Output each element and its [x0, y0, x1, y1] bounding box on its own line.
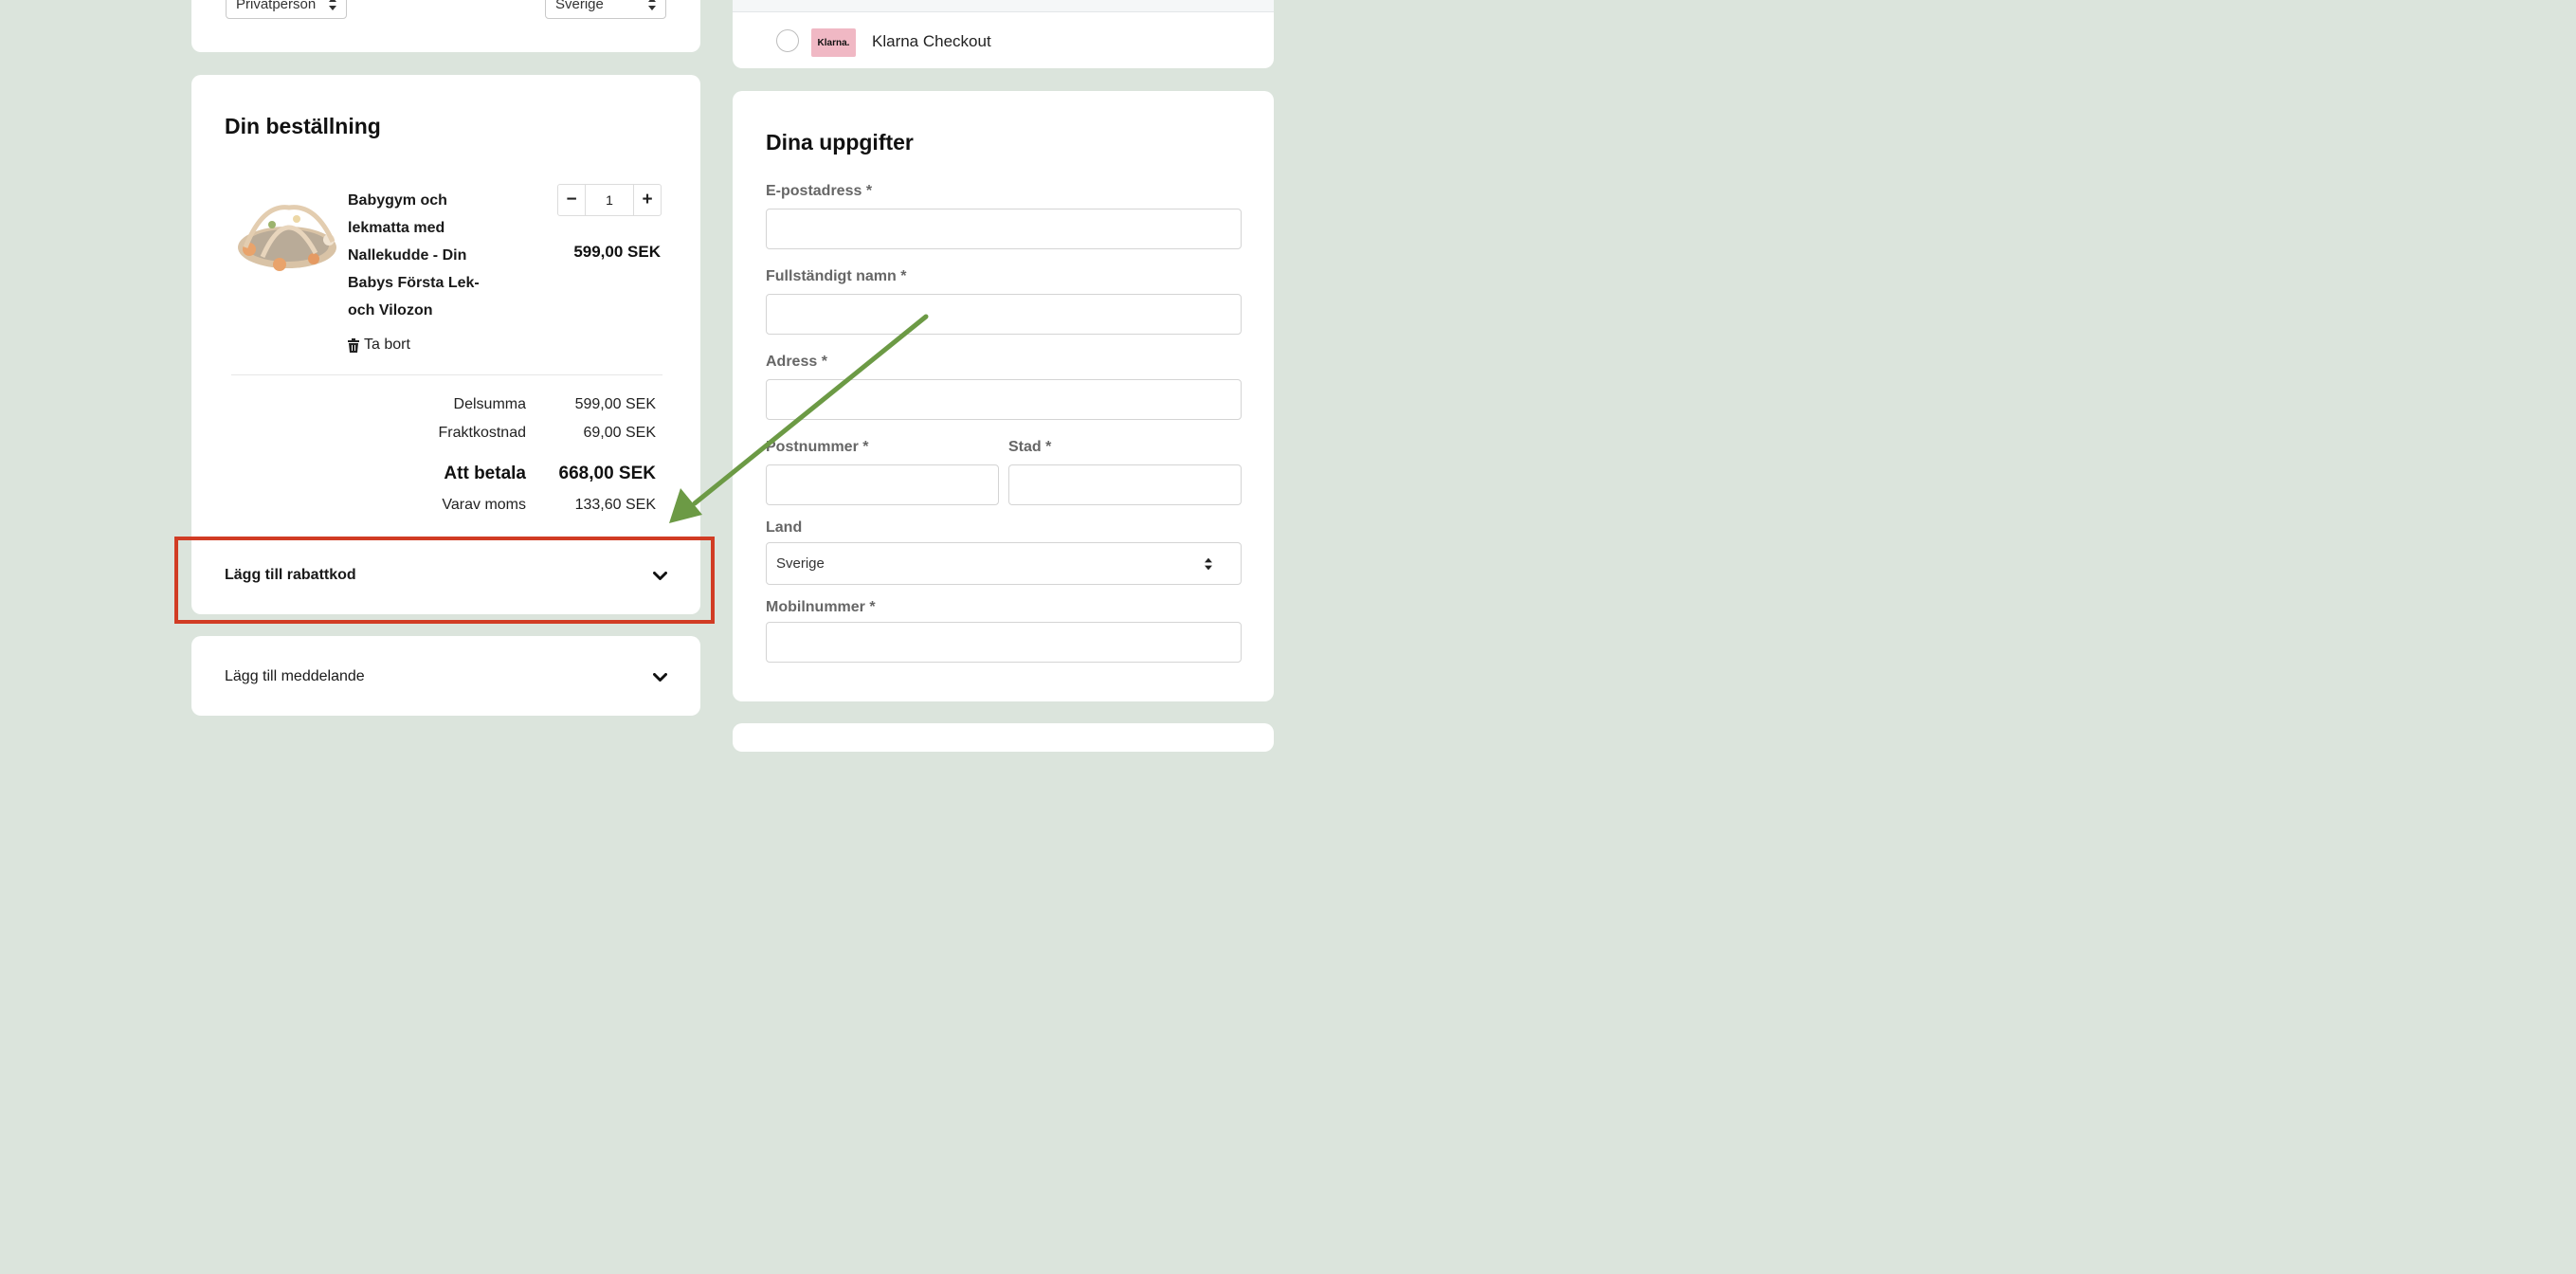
country-top-value: Sverige — [555, 0, 604, 12]
divider — [231, 374, 662, 375]
phone-label: Mobilnummer * — [766, 599, 876, 615]
address-field[interactable] — [766, 379, 1242, 420]
product-name[interactable]: Babygym och lekmatta med Nallekudde - Di… — [348, 187, 537, 324]
total-label: Att betala — [444, 464, 526, 483]
subtotal-value: 599,00 SEK — [574, 396, 656, 412]
details-title: Dina uppgifter — [766, 130, 914, 155]
message-toggle[interactable]: Lägg till meddelande — [225, 668, 667, 689]
name-field[interactable] — [766, 294, 1242, 335]
country-label: Land — [766, 519, 803, 536]
message-card: Lägg till meddelande — [191, 636, 700, 716]
quantity-stepper[interactable]: − 1 + — [557, 184, 662, 216]
message-label: Lägg till meddelande — [225, 668, 365, 684]
klarna-logo: Klarna. — [811, 28, 856, 57]
item-price: 599,00 SEK — [573, 243, 661, 261]
postal-label: Postnummer * — [766, 439, 869, 455]
postal-field[interactable] — [766, 464, 999, 505]
decrease-quantity-button[interactable]: − — [558, 185, 585, 215]
discount-highlight-box — [174, 537, 715, 624]
country-select-top[interactable]: Sverige — [545, 0, 666, 19]
trash-icon — [348, 337, 359, 353]
increase-quantity-button[interactable]: + — [634, 185, 661, 215]
quantity-input[interactable]: 1 — [585, 185, 634, 215]
order-card: Din beställning Babygym och lekmatta med… — [191, 75, 700, 614]
select-arrows-icon — [1205, 557, 1212, 570]
chevron-down-icon — [653, 673, 667, 682]
customer-card: Privatperson Sverige — [191, 0, 700, 52]
klarna-label[interactable]: Klarna Checkout — [872, 32, 991, 51]
country-value: Sverige — [776, 555, 825, 572]
subtotal-label: Delsumma — [453, 396, 526, 412]
email-field[interactable] — [766, 209, 1242, 249]
remove-label: Ta bort — [364, 337, 410, 353]
city-field[interactable] — [1008, 464, 1242, 505]
klarna-radio[interactable] — [776, 29, 799, 52]
shipping-value: 69,00 SEK — [583, 425, 657, 441]
shipping-label: Fraktkostnad — [438, 425, 526, 441]
name-label: Fullständigt namn * — [766, 268, 907, 284]
select-arrows-icon — [648, 0, 656, 10]
country-select[interactable]: Sverige — [766, 542, 1242, 585]
details-card: Dina uppgifter E-postadress * Fullständi… — [733, 91, 1274, 701]
payment-card: Klarna. Klarna Checkout — [733, 0, 1274, 68]
next-card — [733, 723, 1274, 752]
customer-type-value: Privatperson — [236, 0, 317, 12]
city-label: Stad * — [1008, 439, 1052, 455]
vat-label: Varav moms — [442, 497, 526, 513]
customer-type-select[interactable]: Privatperson — [226, 0, 347, 19]
phone-field[interactable] — [766, 622, 1242, 663]
order-title: Din beställning — [225, 114, 381, 138]
total-value: 668,00 SEK — [558, 464, 656, 483]
payment-header-strip — [733, 0, 1274, 12]
email-label: E-postadress * — [766, 183, 873, 199]
remove-button[interactable]: Ta bort — [348, 337, 410, 354]
address-label: Adress * — [766, 354, 827, 370]
select-arrows-icon — [329, 0, 336, 10]
vat-value: 133,60 SEK — [574, 497, 656, 513]
product-image — [238, 205, 336, 271]
